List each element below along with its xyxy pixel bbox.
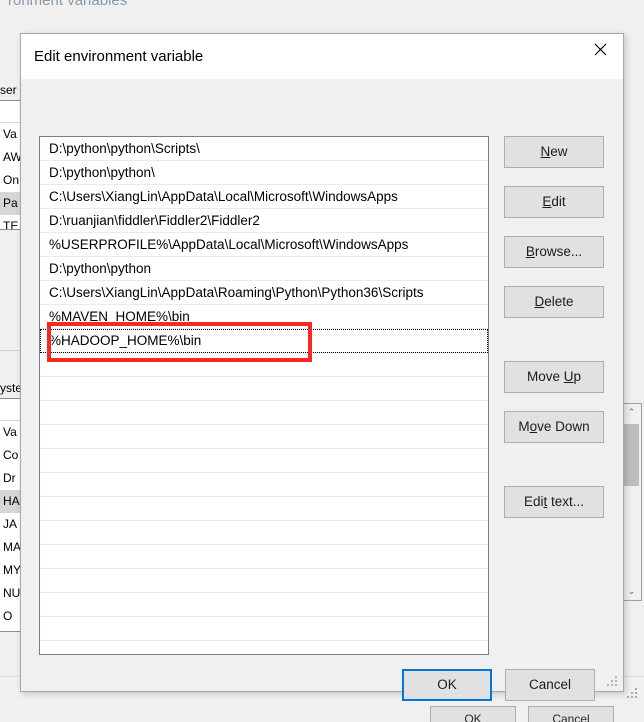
path-entry-row-empty[interactable] — [40, 473, 488, 497]
scroll-down-icon[interactable]: ⌄ — [622, 583, 641, 600]
new-button[interactable]: New — [504, 136, 604, 168]
browse-button[interactable]: Browse... — [504, 236, 604, 268]
background-cancel-button[interactable]: Cancel — [528, 706, 614, 722]
path-entry-row[interactable]: C:\Users\XiangLin\AppData\Roaming\Python… — [40, 281, 488, 305]
dialog-body: D:\python\python\Scripts\ D:\python\pytho… — [21, 79, 623, 701]
edit-button[interactable]: Edit — [504, 186, 604, 218]
move-down-button[interactable]: Move Down — [504, 411, 604, 443]
path-entry-row-empty[interactable] — [40, 641, 488, 654]
edit-text-button[interactable]: Edit text... — [504, 486, 604, 518]
user-variables-label: ser — [0, 83, 17, 97]
scrollbar-thumb[interactable] — [624, 424, 639, 486]
path-entry-row-empty[interactable] — [40, 521, 488, 545]
path-entry-row[interactable]: D:\python\python\ — [40, 161, 488, 185]
path-entry-row[interactable]: D:\ruanjian\fiddler\Fiddler2\Fiddler2 — [40, 209, 488, 233]
path-entry-row[interactable]: D:\python\python — [40, 257, 488, 281]
dialog-resize-grip[interactable] — [607, 676, 618, 687]
path-entry-row-empty[interactable] — [40, 569, 488, 593]
path-entries-list[interactable]: D:\python\python\Scripts\ D:\python\pytho… — [39, 136, 489, 655]
move-up-button[interactable]: Move Up — [504, 361, 604, 393]
path-entry-row[interactable]: %MAVEN_HOME%\bin — [40, 305, 488, 329]
dialog-titlebar: Edit environment variable — [21, 34, 623, 79]
path-entry-row-empty[interactable] — [40, 449, 488, 473]
edit-environment-variable-dialog: Edit environment variable D:\python\pyth… — [20, 33, 624, 701]
system-variables-label: yste — [0, 381, 23, 395]
background-resize-grip[interactable] — [627, 688, 639, 700]
path-entry-row[interactable]: %HADOOP_HOME%\bin — [40, 329, 488, 353]
path-entry-row-empty[interactable] — [40, 401, 488, 425]
delete-button[interactable]: Delete — [504, 286, 604, 318]
ok-button[interactable]: OK — [402, 669, 492, 701]
path-entry-row-empty[interactable] — [40, 353, 488, 377]
path-entry-row-empty[interactable] — [40, 545, 488, 569]
cancel-button[interactable]: Cancel — [505, 669, 595, 701]
background-window-title: ronment variables — [8, 0, 128, 9]
background-scrollbar[interactable]: ⌃ ⌄ — [621, 403, 642, 601]
close-icon[interactable] — [577, 34, 623, 64]
background-ok-button[interactable]: OK — [430, 706, 516, 722]
path-entry-row[interactable]: %USERPROFILE%\AppData\Local\Microsoft\Wi… — [40, 233, 488, 257]
scroll-up-icon[interactable]: ⌃ — [622, 404, 641, 421]
dialog-title: Edit environment variable — [34, 48, 204, 65]
path-entry-row-empty[interactable] — [40, 617, 488, 641]
path-entry-row-empty[interactable] — [40, 497, 488, 521]
path-entry-row[interactable]: D:\python\python\Scripts\ — [40, 137, 488, 161]
path-entry-row[interactable]: C:\Users\XiangLin\AppData\Local\Microsof… — [40, 185, 488, 209]
path-entry-row-empty[interactable] — [40, 377, 488, 401]
path-entry-row-empty[interactable] — [40, 425, 488, 449]
path-entry-row-empty[interactable] — [40, 593, 488, 617]
